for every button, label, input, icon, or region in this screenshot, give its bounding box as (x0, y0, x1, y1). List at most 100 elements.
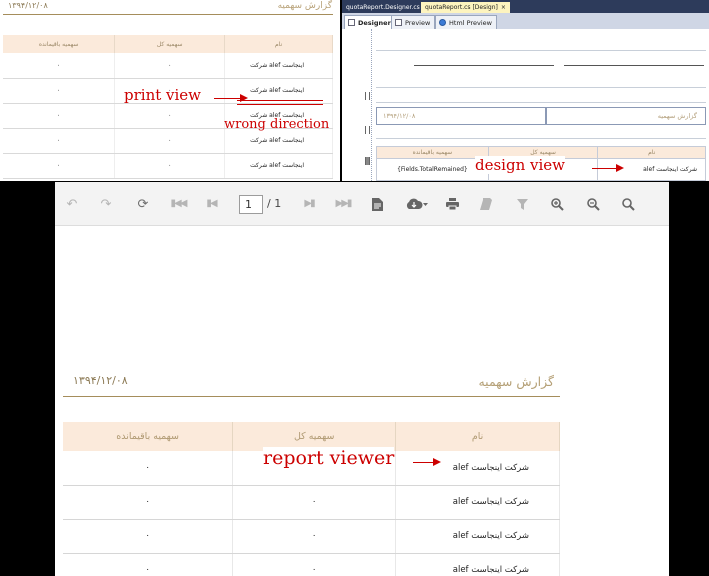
cell-total: ۰ (232, 553, 397, 576)
tab-label: quotaReport.Designer.cs (346, 4, 420, 11)
cell-remained: ۰ (63, 451, 234, 486)
cell-name[interactable]: شرکت اینجاست alef (597, 158, 706, 181)
globe-icon (439, 19, 446, 26)
cell-remained: ۰ (3, 53, 116, 79)
cell-name: شرکت اینجاست alef (395, 553, 560, 576)
tab-label: quotaReport.cs [Design] (425, 4, 498, 11)
table-row: ۰ ۰ اینجاست alef شرکت (3, 153, 333, 179)
report-date: ۱۳۹۴/۱۲/۰۸ (73, 374, 128, 387)
first-page-icon[interactable]: ▮◀◀ (169, 195, 188, 213)
title-rule (3, 14, 333, 15)
title-textbox[interactable]: گزارش سهمیه (546, 107, 706, 125)
zoom-in-icon[interactable] (548, 195, 566, 213)
cell-name: اینجاست alef شرکت (224, 53, 333, 79)
print-table: سهمیه باقیمانده سهمیه کل نام ۰ ۰ اینجاست a… (3, 35, 333, 179)
cell-remained: ۰ (3, 153, 116, 179)
cell-remained: ۰ (3, 128, 116, 154)
report-title: گزارش سهمیه (478, 374, 554, 389)
viewer-table: سهمیه باقیمانده سهمیه کل نام ۰ شرکت اینجا… (63, 422, 560, 576)
previous-page-icon[interactable]: ▮◀ (202, 195, 220, 213)
cell-total: ۰ (232, 485, 397, 520)
print-icon[interactable] (443, 195, 461, 213)
cell-total: ۰ (232, 519, 397, 554)
filter-icon[interactable] (513, 195, 531, 213)
annotation-underline (237, 104, 323, 105)
tab-label: Html Preview (449, 19, 492, 27)
zoom-out-icon[interactable] (584, 195, 602, 213)
document-map-icon[interactable] (368, 195, 386, 213)
view-tab-strip: Designer Preview Html Preview (342, 13, 709, 29)
cell-remained: ۰ (3, 103, 116, 129)
cell-name: اینجاست alef شرکت (224, 153, 333, 179)
cell-remained: ۰ (63, 553, 234, 576)
tab-html-preview[interactable]: Html Preview (435, 15, 497, 29)
annotation-design-view: design view (475, 156, 565, 174)
tab-preview[interactable]: Preview (391, 15, 436, 29)
tab-designer-cs[interactable]: quotaReport.Designer.cs (342, 2, 424, 13)
annotation-arrow (592, 164, 624, 172)
date-textbox[interactable]: ۱۳۹۴/۱۲/۰۸ (376, 107, 546, 125)
band-handle-icon[interactable] (365, 157, 370, 165)
cell-name: شرکت اینجاست alef (395, 451, 560, 486)
band-line (376, 87, 706, 88)
annotation-arrow (413, 458, 441, 466)
band-handle-icon[interactable] (365, 92, 370, 100)
undo-icon[interactable]: ↶ (63, 195, 81, 213)
redo-icon[interactable]: ↷ (97, 195, 115, 213)
close-icon[interactable]: × (501, 4, 506, 11)
export-icon[interactable] (404, 195, 430, 213)
document-tab-strip: quotaReport.Designer.cs quotaReport.cs [… (342, 0, 709, 13)
design-separator (564, 65, 704, 66)
table-header-row: سهمیه باقیمانده سهمیه کل نام (3, 35, 333, 53)
col-total: سهمیه کل (114, 35, 226, 53)
cell-total: ۰ (114, 53, 226, 79)
report-title: گزارش سهمیه (277, 1, 332, 11)
tab-label: Designer (358, 19, 391, 27)
designer-panel: quotaReport.Designer.cs quotaReport.cs [… (342, 0, 709, 181)
table-row: ۰ ۰ شرکت اینجاست alef (63, 519, 560, 554)
col-remained: سهمیه باقیمانده (63, 422, 234, 451)
band-handle-icon[interactable] (365, 126, 370, 134)
designer-icon (348, 19, 355, 26)
tab-label: Preview (405, 19, 431, 27)
report-viewer-panel: ↶ ↷ ⟳ ▮◀◀ ▮◀ 1 / 1 ▶▮ ▶▶▮ گزارش سهمیه ۱۳… (55, 182, 669, 576)
annotation-underline (237, 100, 323, 101)
report-date: ۱۳۹۴/۱۲/۰۸ (8, 1, 48, 10)
annotation-arrow (214, 94, 248, 102)
date-text: ۱۳۹۴/۱۲/۰۸ (383, 112, 416, 120)
tab-report-design[interactable]: quotaReport.cs [Design] × (421, 2, 510, 13)
table-row: ۰ ۰ شرکت اینجاست alef (63, 485, 560, 520)
table-row: ۰ ۰ اینجاست alef شرکت (3, 53, 333, 79)
col-name: نام (224, 35, 333, 53)
title-text: گزارش سهمیه (657, 112, 697, 120)
last-page-icon[interactable]: ▶▶▮ (334, 195, 353, 213)
cell-remained[interactable]: {Fields.TotalRemained} (376, 158, 489, 181)
band-line (376, 102, 706, 103)
viewer-toolbar: ↶ ↷ ⟳ ▮◀◀ ▮◀ 1 / 1 ▶▮ ▶▶▮ (55, 182, 669, 226)
col-name[interactable]: نام (597, 146, 706, 159)
refresh-icon[interactable]: ⟳ (134, 195, 152, 213)
print-layout-icon[interactable] (477, 195, 495, 213)
col-remained[interactable]: سهمیه باقیمانده (376, 146, 489, 159)
band-line (376, 50, 706, 51)
table-row: ۰ ۰ شرکت اینجاست alef (63, 553, 560, 576)
cell-name: شرکت اینجاست alef (395, 519, 560, 554)
cell-name: شرکت اینجاست alef (395, 485, 560, 520)
search-icon[interactable] (619, 195, 637, 213)
cell-remained: ۰ (3, 78, 116, 104)
annotation-wrong-direction: wrong direction (224, 117, 330, 132)
cell-total: ۰ (114, 128, 226, 154)
next-page-icon[interactable]: ▶▮ (300, 195, 318, 213)
annotation-print-view: print view (124, 86, 202, 104)
cell-remained: ۰ (63, 485, 234, 520)
annotation-report-viewer: report viewer (263, 447, 395, 469)
title-rule (63, 396, 560, 397)
tab-designer[interactable]: Designer (344, 15, 396, 29)
cell-remained: ۰ (63, 519, 234, 554)
print-view-panel: گزارش سهمیه ۱۳۹۴/۱۲/۰۸ سهمیه باقیمانده س… (0, 0, 340, 181)
design-separator (414, 65, 554, 66)
col-name: نام (395, 422, 560, 451)
page-number-input[interactable]: 1 (239, 195, 263, 214)
preview-icon (395, 19, 402, 26)
band-line (376, 138, 706, 139)
